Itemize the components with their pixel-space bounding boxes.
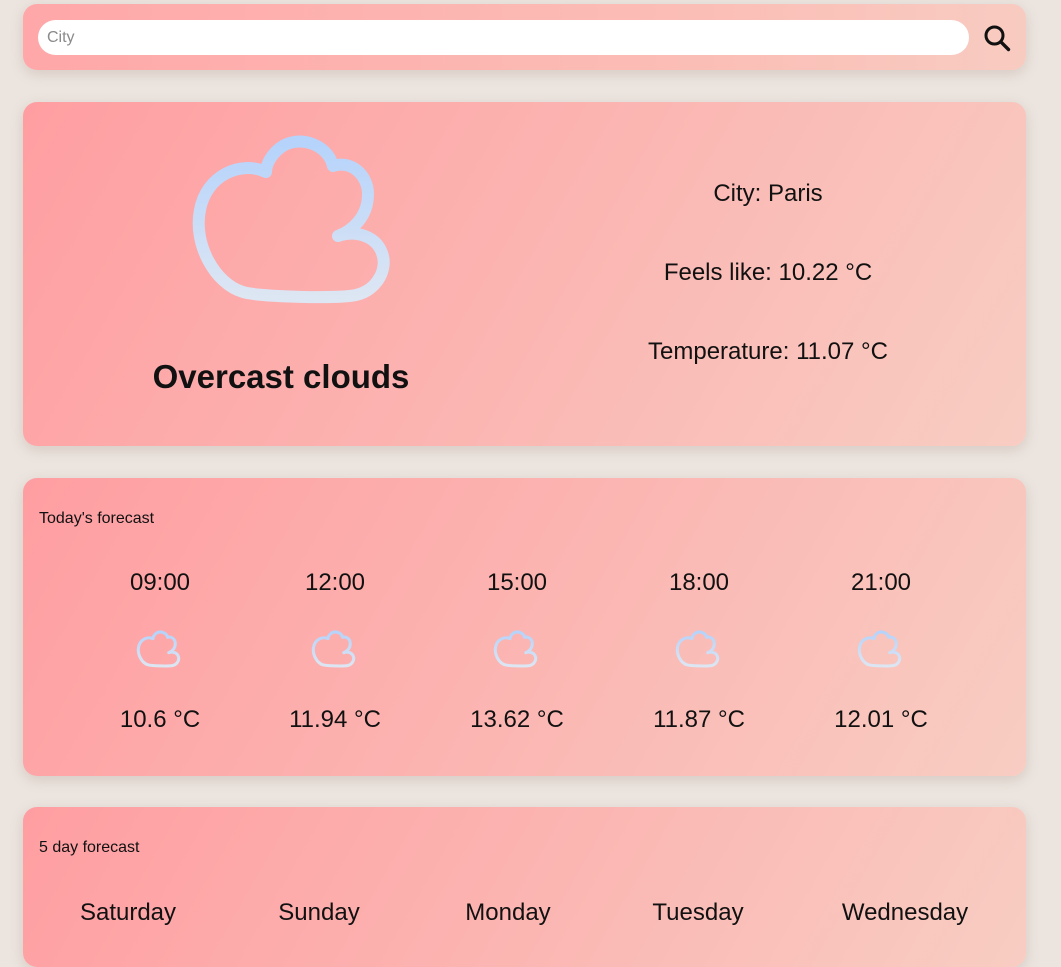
- feels-like-label: Feels like: 10.22 °C: [663, 259, 873, 286]
- weather-description: Overcast clouds: [152, 358, 410, 395]
- search-bar: [23, 4, 1026, 70]
- day-label: Sunday: [278, 899, 360, 926]
- cloud-icon: [675, 630, 720, 668]
- five-day-forecast-title: 5 day forecast: [39, 839, 140, 856]
- forecast-time: 09:00: [129, 569, 191, 596]
- hourly-forecast-item: 09:00 10.6 °C: [80, 478, 240, 776]
- cloud-icon: [192, 135, 390, 304]
- forecast-temperature: 11.94 °C: [289, 706, 381, 733]
- forecast-time: 12:00: [304, 569, 366, 596]
- cloud-icon: [311, 630, 356, 668]
- day-label: Saturday: [79, 899, 177, 926]
- five-day-forecast-card: 5 day forecast Saturday Sunday Monday Tu…: [23, 807, 1026, 967]
- hourly-forecast-item: 15:00 13.62 °C: [437, 478, 597, 776]
- cloud-icon: [493, 630, 538, 668]
- forecast-time: 15:00: [486, 569, 548, 596]
- current-weather-card: Overcast clouds City: Paris Feels like: …: [23, 102, 1026, 446]
- day-label: Wednesday: [841, 899, 969, 926]
- day-label: Tuesday: [652, 899, 744, 926]
- forecast-time: 21:00: [850, 569, 912, 596]
- city-label: City: Paris: [713, 180, 823, 207]
- search-icon: [984, 25, 1011, 52]
- today-forecast-card: Today's forecast 09:00 10.6 °C 12:00 11.…: [23, 478, 1026, 776]
- hourly-forecast-item: 12:00 11.94 °C: [255, 478, 415, 776]
- day-label: Monday: [465, 899, 551, 926]
- forecast-time: 18:00: [668, 569, 730, 596]
- temperature-label: Temperature: 11.07 °C: [648, 338, 888, 365]
- hourly-forecast-item: 18:00 11.87 °C: [619, 478, 779, 776]
- forecast-temperature: 10.6 °C: [119, 706, 201, 733]
- hourly-forecast-item: 21:00 12.01 °C: [801, 478, 961, 776]
- cloud-icon: [136, 630, 181, 668]
- forecast-temperature: 12.01 °C: [834, 706, 928, 733]
- forecast-temperature: 11.87 °C: [653, 706, 745, 733]
- search-input[interactable]: [38, 20, 969, 55]
- search-button[interactable]: [981, 22, 1013, 54]
- forecast-temperature: 13.62 °C: [470, 706, 564, 733]
- cloud-icon: [857, 630, 902, 668]
